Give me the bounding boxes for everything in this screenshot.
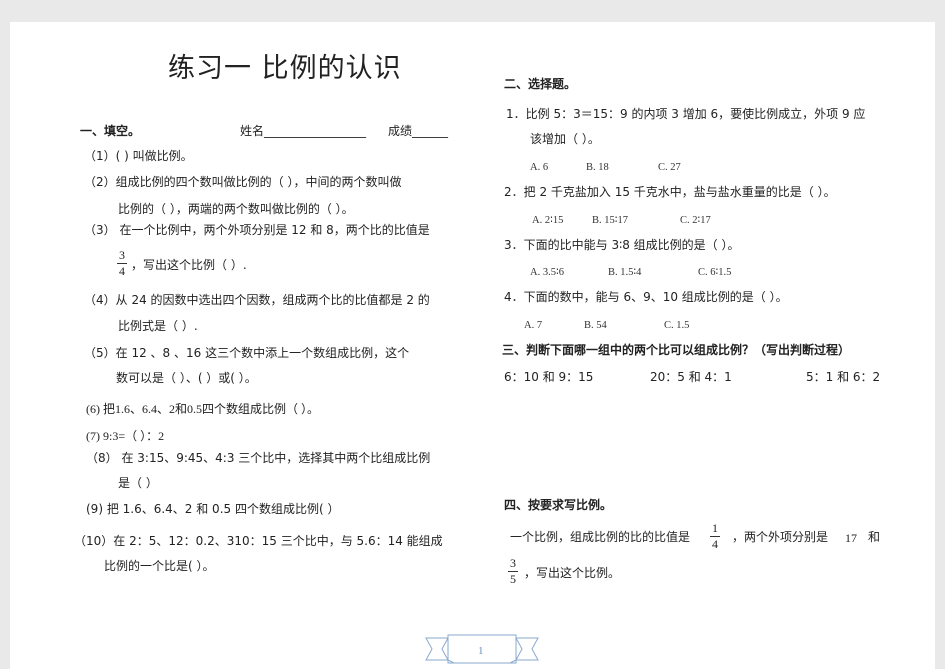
question-1-1: （1）( ) 叫做比例。 xyxy=(84,149,193,163)
section4-text-a: 一个比例，组成比例的比的比值是 xyxy=(510,530,691,544)
section4-text-c: ，写出这个比例。 xyxy=(524,566,621,580)
question-1-3-line2: ，写出这个比例（ ）. xyxy=(131,258,247,272)
question-1-4-line1: （4）从 24 的因数中选出四个因数，组成两个比的比值都是 2 的 xyxy=(84,293,430,307)
q2-3-option-a[interactable]: A. 3.5∶6 xyxy=(530,266,564,280)
question-2-1-line1: 1．比例 5：3＝15：9 的内项 3 增加 6，要使比例成立，外项 9 应 xyxy=(506,107,866,121)
judge-item-1: 6：10 和 9：15 xyxy=(504,370,594,384)
q2-1-option-c[interactable]: C. 27 xyxy=(658,161,681,175)
question-1-8-line1: （8） 在 3:15、9:45、4:3 三个比中，选择其中两个比组成比例 xyxy=(86,451,431,465)
question-2-1-line2: 该增加（ ）。 xyxy=(530,132,600,146)
q2-1-option-a[interactable]: A. 6 xyxy=(530,161,548,175)
question-1-2-line1: （2）组成比例的四个数叫做比例的（ ），中间的两个数叫做 xyxy=(84,175,402,189)
fraction-1-4: 14 xyxy=(710,521,720,551)
question-1-2-line2: 比例的（ ），两端的两个数叫做比例的（ ）。 xyxy=(118,202,354,216)
question-1-10-line1: （10）在 2：5、12：0.2、310：15 三个比中，与 5.6：14 能组… xyxy=(74,534,443,548)
question-1-4-line2: 比例式是（ ）. xyxy=(118,319,198,333)
q2-2-option-a[interactable]: A. 2∶15 xyxy=(532,214,563,228)
page-number: 1 xyxy=(478,645,484,657)
q2-3-option-c[interactable]: C. 6∶1.5 xyxy=(698,266,731,280)
question-2-4: 4．下面的数中，能与 6、9、10 组成比例的是（ ）。 xyxy=(504,290,788,304)
q2-2-option-c[interactable]: C. 2∶17 xyxy=(680,214,711,228)
section2-heading: 二、选择题。 xyxy=(504,77,577,91)
q2-4-option-a[interactable]: A. 7 xyxy=(524,319,542,333)
question-1-5-line2: 数可以是（ ）、( ）或( ）。 xyxy=(116,371,257,385)
question-1-6: (6) 把1.6、6.4、2和0.5四个数组成比例（ ）。 xyxy=(86,402,319,416)
section4-heading: 四、按要求写比例。 xyxy=(504,498,613,512)
section4-text-b: ，两个外项分别是 xyxy=(732,530,829,544)
section1-heading: 一、填空。 xyxy=(80,124,141,138)
question-1-9: (9) 把 1.6、6.4、2 和 0.5 四个数组成比例( ） xyxy=(86,502,340,516)
q2-3-option-b[interactable]: B. 1.5∶4 xyxy=(608,266,641,280)
fraction-3-4: 34 xyxy=(117,248,127,278)
name-field[interactable]: 姓名_________________ xyxy=(240,124,366,138)
judge-item-3: 5：1 和 6：2 xyxy=(806,370,881,384)
page-title: 练习一 比例的认识 xyxy=(168,53,402,84)
q2-4-option-c[interactable]: C. 1.5 xyxy=(664,319,689,333)
question-2-3: 3．下面的比中能与 3∶8 组成比例的是（ ）。 xyxy=(504,238,740,252)
score-field[interactable]: 成绩______ xyxy=(388,124,448,138)
q2-4-option-b[interactable]: B. 54 xyxy=(584,319,607,333)
question-2-2: 2．把 2 千克盐加入 15 千克水中，盐与盐水重量的比是（ ）。 xyxy=(504,185,836,199)
question-1-7: (7) 9:3=（ ）：2 xyxy=(86,429,165,443)
q2-1-option-b[interactable]: B. 18 xyxy=(586,161,609,175)
question-1-5-line1: （5）在 12 、8 、16 这三个数中添上一个数组成比例，这个 xyxy=(84,346,410,360)
outer-term-17: 17 xyxy=(845,531,857,545)
fraction-3-5: 35 xyxy=(508,556,518,586)
section4-and: 和 xyxy=(868,530,881,544)
q2-2-option-b[interactable]: B. 15∶17 xyxy=(592,214,628,228)
question-1-3-line1: （3） 在一个比例中，两个外项分别是 12 和 8，两个比的比值是 xyxy=(84,223,430,237)
section3-heading: 三、判断下面哪一组中的两个比可以组成比例？（写出判断过程） xyxy=(502,343,851,357)
question-1-10-line2: 比例的一个比是( ）。 xyxy=(104,559,215,573)
question-1-8-line2: 是（ ） xyxy=(118,476,158,490)
judge-item-2: 20：5 和 4：1 xyxy=(650,370,732,384)
